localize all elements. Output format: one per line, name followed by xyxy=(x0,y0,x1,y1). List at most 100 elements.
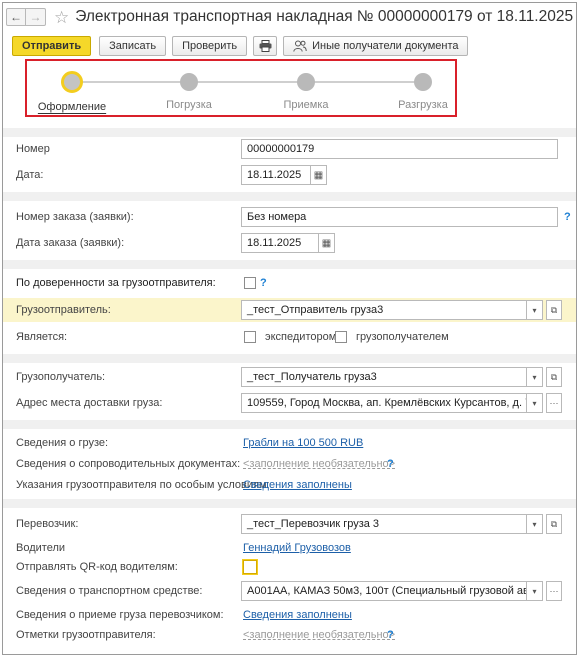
number-label: Номер xyxy=(16,143,50,155)
carrier-field[interactable]: _тест_Перевозчик груза 3 xyxy=(241,514,527,534)
delivery-address-label: Адрес места доставки груза: xyxy=(16,397,163,409)
drivers-link[interactable]: Геннадий Грузовозов xyxy=(243,542,351,554)
toolbar: Отправить Записать Проверить Иные получа… xyxy=(12,35,469,57)
dropdown-button[interactable]: ▾ xyxy=(527,367,543,387)
stage-label: Разгрузка xyxy=(398,99,448,111)
section-divider xyxy=(3,192,576,201)
date-row: Дата: 18.11.2025 ▦ xyxy=(3,164,576,186)
carrier-acceptance-label: Сведения о приеме груза перевозчиком: xyxy=(16,609,224,621)
shipper-label: Грузоотправитель: xyxy=(16,304,111,316)
special-conditions-link[interactable]: Сведения заполнены xyxy=(243,479,352,491)
forward-button[interactable]: → xyxy=(26,8,46,26)
dropdown-button[interactable]: ▾ xyxy=(527,300,543,320)
shipper-marks-row: Отметки грузоотправителя: <заполнение не… xyxy=(3,624,576,646)
send-button[interactable]: Отправить xyxy=(12,36,92,56)
consignee-checkbox-label: грузополучателем xyxy=(356,331,449,343)
dropdown-button[interactable]: ▾ xyxy=(527,393,543,413)
stage-dot xyxy=(180,73,198,91)
accompanying-docs-link[interactable]: <заполнение необязательно> xyxy=(243,458,395,470)
stage-label: Погрузка xyxy=(166,99,212,111)
special-conditions-label: Указания грузоотправителя по особым усло… xyxy=(16,479,270,491)
help-icon[interactable]: ? xyxy=(564,211,571,223)
drivers-label: Водители xyxy=(16,542,66,554)
shipper-field[interactable]: _тест_Отправитель груза3 xyxy=(241,300,527,320)
consignee-row: Грузополучатель: _тест_Получатель груза3… xyxy=(3,366,576,388)
stage-acceptance[interactable]: Приемка xyxy=(261,71,351,111)
shipper-row: Грузоотправитель: _тест_Отправитель груз… xyxy=(3,298,576,322)
send-qr-label: Отправлять QR-код водителям: xyxy=(16,561,178,573)
status-stepper: Оформление Погрузка Приемка Разгрузка xyxy=(25,59,457,117)
star-icon[interactable]: ☆ xyxy=(54,9,69,26)
open-button[interactable]: ⧉ xyxy=(546,514,562,534)
order-number-field[interactable]: Без номера xyxy=(241,207,558,227)
dropdown-icon: ▾ xyxy=(532,398,537,408)
vehicle-field[interactable]: А001АА, КАМАЗ 50м3, 100т (Специальный гр… xyxy=(241,581,527,601)
carrier-acceptance-link[interactable]: Сведения заполнены xyxy=(243,609,352,621)
back-button[interactable]: ← xyxy=(6,8,26,26)
delivery-address-field[interactable]: 109559, Город Москва, ап. Кремлёвских Ку… xyxy=(241,393,527,413)
forwarder-checkbox[interactable] xyxy=(244,331,256,343)
print-button[interactable] xyxy=(253,36,278,56)
more-button[interactable]: ··· xyxy=(546,393,562,413)
send-qr-row: Отправлять QR-код водителям: xyxy=(3,556,576,578)
help-icon[interactable]: ? xyxy=(387,458,394,470)
title-bar: ← → ☆ Электронная транспортная накладная… xyxy=(6,6,573,28)
open-button[interactable]: ⧉ xyxy=(546,367,562,387)
cargo-info-label: Сведения о грузе: xyxy=(16,437,109,449)
section-divider xyxy=(3,499,576,508)
stage-unloading[interactable]: Разгрузка xyxy=(378,71,468,111)
section-divider xyxy=(3,420,576,429)
calendar-button[interactable]: ▦ xyxy=(319,233,335,253)
section-divider xyxy=(3,260,576,269)
stage-registration[interactable]: Оформление xyxy=(27,71,117,113)
shipper-marks-link[interactable]: <заполнение необязательно> xyxy=(243,629,395,641)
vehicle-label: Сведения о транспортном средстве: xyxy=(16,585,203,597)
role-label: Является: xyxy=(16,331,68,343)
stage-dot-active xyxy=(61,71,83,93)
consignee-checkbox[interactable] xyxy=(335,331,347,343)
order-date-label: Дата заказа (заявки): xyxy=(16,237,125,249)
date-field[interactable]: 18.11.2025 xyxy=(241,165,311,185)
send-qr-checkbox[interactable] xyxy=(243,560,257,574)
number-field[interactable]: 00000000179 xyxy=(241,139,558,159)
forwarder-label: экспедитором xyxy=(265,331,337,343)
stage-loading[interactable]: Погрузка xyxy=(144,71,234,111)
shipper-marks-label: Отметки грузоотправителя: xyxy=(16,629,156,641)
open-icon: ⧉ xyxy=(550,371,558,382)
stage-dot xyxy=(297,73,315,91)
by-proxy-label: По доверенности за грузоотправителя: xyxy=(16,277,216,289)
help-icon[interactable]: ? xyxy=(387,629,394,641)
role-row: Является: экспедитором грузополучателем xyxy=(3,326,576,348)
consignee-field[interactable]: _тест_Получатель груза3 xyxy=(241,367,527,387)
dropdown-button[interactable]: ▾ xyxy=(527,581,543,601)
order-date-field[interactable]: 18.11.2025 xyxy=(241,233,319,253)
more-button[interactable]: ··· xyxy=(546,581,562,601)
delivery-address-row: Адрес места доставки груза: 109559, Горо… xyxy=(3,392,576,414)
by-proxy-row: По доверенности за грузоотправителя: ? xyxy=(3,272,576,294)
accompanying-docs-row: Сведения о сопроводительных документах: … xyxy=(3,453,576,475)
calendar-icon: ▦ xyxy=(313,169,324,181)
accompanying-docs-label: Сведения о сопроводительных документах: xyxy=(16,458,241,470)
check-button[interactable]: Проверить xyxy=(172,36,248,56)
section-divider xyxy=(3,354,576,363)
by-proxy-checkbox[interactable] xyxy=(244,277,256,289)
open-button[interactable]: ⧉ xyxy=(546,300,562,320)
cargo-info-link[interactable]: Грабли на 100 500 RUB xyxy=(243,437,363,449)
calendar-button[interactable]: ▦ xyxy=(311,165,327,185)
help-icon[interactable]: ? xyxy=(260,277,267,289)
save-button[interactable]: Записать xyxy=(99,36,167,56)
back-arrow-icon: ← xyxy=(10,10,22,24)
stage-dot xyxy=(414,73,432,91)
order-number-row: Номер заказа (заявки): Без номера ? xyxy=(3,206,576,228)
date-label: Дата: xyxy=(16,169,44,181)
page-title: Электронная транспортная накладная № 000… xyxy=(75,8,574,25)
users-icon xyxy=(293,40,307,52)
dropdown-icon: ▾ xyxy=(532,586,537,596)
carrier-acceptance-row: Сведения о приеме груза перевозчиком: Св… xyxy=(3,604,576,626)
number-row: Номер 00000000179 xyxy=(3,138,576,160)
stage-label: Приемка xyxy=(283,99,329,111)
calendar-icon: ▦ xyxy=(321,237,332,249)
dropdown-button[interactable]: ▾ xyxy=(527,514,543,534)
other-recipients-button[interactable]: Иные получатели документа xyxy=(283,36,469,56)
carrier-row: Перевозчик: _тест_Перевозчик груза 3 ▾ ⧉ xyxy=(3,513,576,535)
